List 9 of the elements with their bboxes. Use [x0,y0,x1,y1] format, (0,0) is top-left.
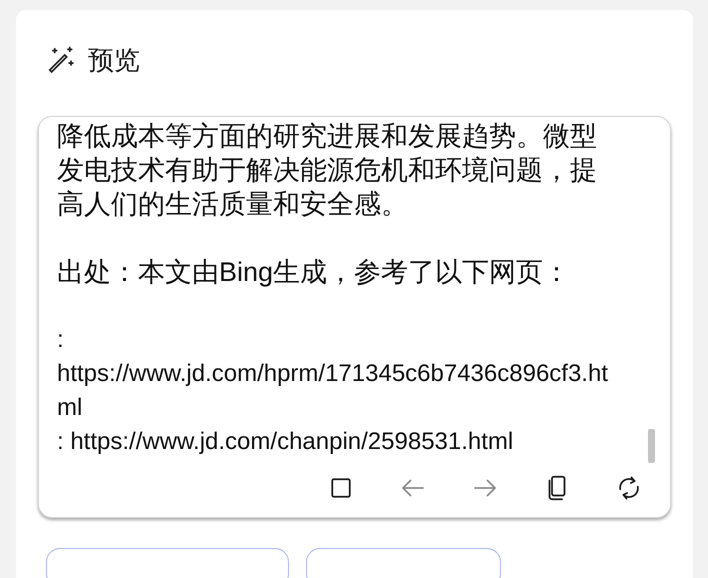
action-button[interactable] [306,548,501,578]
action-button[interactable] [46,548,289,578]
preview-text: : https://www.jd.com/chanpin/2598531.html [57,427,514,457]
preview-text: 出处：本文由Bing生成，参考了以下网页： [57,256,572,289]
magic-wand-icon [46,45,76,75]
panel-title: 预览 [88,44,140,76]
preview-text: 降低成本等方面的研究进展和发展趋势。微型发电技术有助于解决能源危机和环境问题，提高人们的生活质量和安全感。 [57,120,598,221]
preview-text: : https://www.jd.com/hprm/171345c6b7436c896cf3.html [57,325,609,423]
scrollbar-thumb[interactable] [648,429,655,463]
